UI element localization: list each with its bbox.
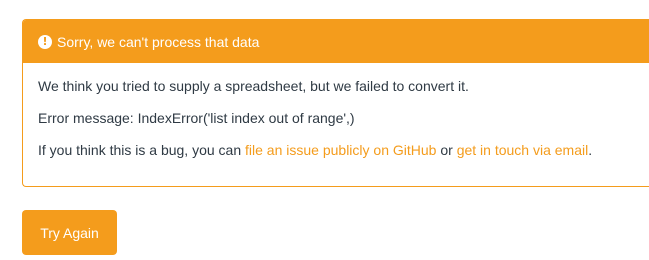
email-contact-link[interactable]: get in touch via email xyxy=(457,142,589,158)
alert-body: We think you tried to supply a spreadshe… xyxy=(23,63,649,159)
page: ! Sorry, we can't process that data We t… xyxy=(0,0,649,260)
alert-title: Sorry, we can't process that data xyxy=(57,33,260,50)
conversion-failure-text: We think you tried to supply a spreadshe… xyxy=(38,78,469,94)
error-alert-panel: ! Sorry, we can't process that data We t… xyxy=(22,19,649,187)
bug-report-prefix: If you think this is a bug, you can xyxy=(38,142,246,158)
try-again-button[interactable]: Try Again xyxy=(22,210,117,255)
error-message-line: Error message: IndexError('list index ou… xyxy=(38,109,634,127)
alert-heading: ! Sorry, we can't process that data xyxy=(23,20,649,63)
bug-report-connector: or xyxy=(436,142,457,158)
bug-report-line: If you think this is a bug, you can file… xyxy=(38,141,634,159)
github-issue-link[interactable]: file an issue publicly on GitHub xyxy=(245,142,436,158)
exclamation-circle-icon: ! xyxy=(38,34,52,49)
error-message-value: IndexError('list index out of range',) xyxy=(137,110,355,126)
error-message-label: Error message: xyxy=(38,110,138,126)
bug-report-suffix: . xyxy=(588,142,593,158)
conversion-failure-message: We think you tried to supply a spreadshe… xyxy=(38,77,634,95)
